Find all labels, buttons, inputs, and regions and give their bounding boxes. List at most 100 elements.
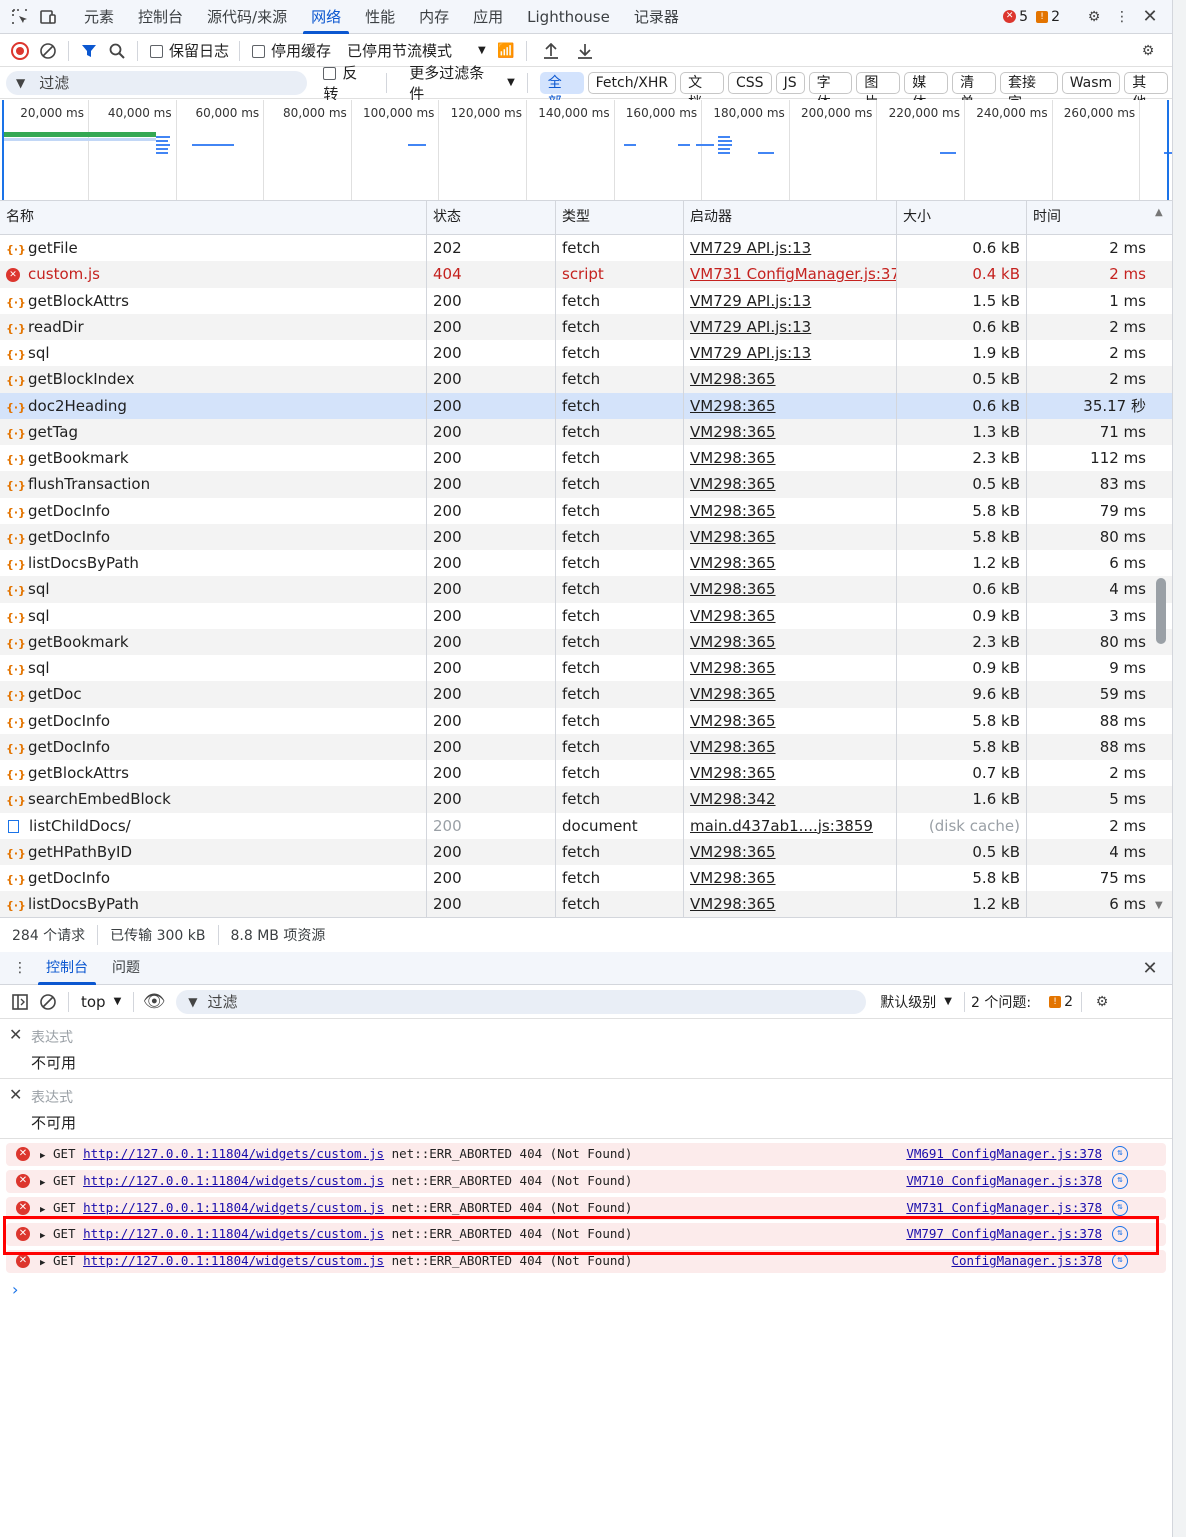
devtools-tab[interactable]: Lighthouse (515, 0, 622, 34)
table-row[interactable]: {·} getFile 202 fetch VM729 API.js:13 0.6 kB 2… (0, 235, 1172, 262)
disable-cache-checkbox[interactable]: 停用缓存 (252, 40, 331, 61)
console-error-message[interactable]: ✕ ▶ GET http://127.0.0.1:11804/widgets/c… (6, 1169, 1166, 1193)
table-row[interactable]: {·} sql 200 fetch VM729 API.js:13 1.9 kB 2 ms (0, 340, 1172, 367)
initiator-text[interactable]: VM298:365 (690, 738, 776, 756)
network-request-icon[interactable]: ⇅ (1112, 1146, 1128, 1162)
initiator-link[interactable]: VM298:365 (684, 445, 897, 472)
initiator-link[interactable]: VM298:365 (684, 760, 897, 787)
table-row[interactable]: {·} sql 200 fetch VM298:365 0.6 kB 4 ms (0, 576, 1172, 603)
import-har-icon[interactable] (537, 37, 565, 65)
initiator-link[interactable]: VM298:365 (684, 366, 897, 393)
settings-gear-icon[interactable]: ⚙ (1080, 3, 1108, 31)
table-row[interactable]: {·} flushTransaction 200 fetch VM298:365 0.5 … (0, 471, 1172, 498)
table-row[interactable]: {·} listDocsByPath 200 fetch VM298:365 1.2 kB… (0, 550, 1172, 577)
table-row[interactable]: {·} getDocInfo 200 fetch VM298:365 5.8 kB 75 m… (0, 865, 1172, 892)
initiator-link[interactable]: VM298:365 (684, 707, 897, 734)
filter-chip[interactable]: 字体 (808, 71, 853, 111)
console-error-message[interactable]: ✕ ▶ GET http://127.0.0.1:11804/widgets/c… (6, 1143, 1166, 1166)
filter-chip[interactable]: JS (775, 71, 805, 94)
initiator-link[interactable]: VM298:365 (684, 471, 897, 498)
stop-recording-icon[interactable] (6, 37, 34, 65)
timeline-overview[interactable]: 20,000 ms 40,000 ms 60,000 ms 80,000 ms 100,… (0, 100, 1172, 201)
device-toolbar-icon[interactable] (34, 3, 62, 31)
initiator-link[interactable]: VM298:365 (684, 418, 897, 445)
log-level-select[interactable]: 默认级别 ▼ (880, 992, 952, 1012)
filter-chip[interactable]: 套接字 (999, 71, 1058, 111)
column-header[interactable]: 时间 (1027, 201, 1152, 235)
initiator-link[interactable]: VM298:342 (684, 786, 897, 813)
initiator-link[interactable]: VM729 API.js:13 (684, 235, 897, 262)
network-request-icon[interactable]: ⇅ (1112, 1172, 1128, 1189)
initiator-link[interactable]: VM729 API.js:13 (684, 313, 897, 340)
table-row[interactable]: {·} getBookmark 200 fetch VM298:365 2.3 kB 80 … (0, 628, 1172, 655)
table-row[interactable]: {·} sql 200 fetch VM298:365 0.9 kB 9 ms (0, 655, 1172, 682)
close-drawer-icon[interactable]: ✕ (1136, 954, 1164, 982)
initiator-link[interactable]: VM298:365 (684, 655, 897, 682)
sidebar-toggle-icon[interactable] (6, 988, 34, 1016)
expand-triangle-icon[interactable]: ▶ (40, 1178, 45, 1188)
request-url-link[interactable]: http://127.0.0.1:11804/widgets/custom.js (83, 1200, 384, 1215)
initiator-text[interactable]: VM298:365 (690, 607, 776, 625)
initiator-text[interactable]: VM298:365 (690, 370, 776, 388)
request-url-link[interactable]: http://127.0.0.1:11804/widgets/custom.js (83, 1173, 384, 1188)
close-devtools-icon[interactable]: ✕ (1136, 3, 1164, 31)
table-row[interactable]: {·} getBlockAttrs 200 fetch VM729 API.js:13 1… (0, 287, 1172, 314)
devtools-tab[interactable]: 元素 (72, 0, 126, 34)
initiator-link[interactable]: VM298:365 (684, 523, 897, 550)
initiator-link[interactable]: VM298:365 (684, 681, 897, 708)
initiator-link[interactable]: VM298:365 (684, 576, 897, 603)
initiator-text[interactable]: VM298:365 (690, 475, 776, 493)
initiator-text[interactable]: VM729 API.js:13 (690, 239, 811, 257)
filter-chip[interactable]: 其他 (1124, 71, 1169, 111)
filter-chip[interactable]: Fetch/XHR (587, 71, 677, 94)
table-row[interactable]: {·} getDocInfo 200 fetch VM298:365 5.8 kB 80 m… (0, 523, 1172, 550)
initiator-text[interactable]: VM298:365 (690, 869, 776, 887)
initiator-text[interactable]: VM298:365 (690, 528, 776, 546)
initiator-link[interactable]: VM298:365 (684, 392, 897, 419)
search-icon[interactable] (103, 37, 131, 65)
initiator-text[interactable]: VM298:365 (690, 502, 776, 520)
table-row[interactable]: {·} listDocsByPath 200 fetch VM298:365 1.2 kB… (0, 891, 1172, 917)
drawer-tab-console[interactable]: 控制台 (34, 952, 100, 985)
initiator-link[interactable]: VM298:365 (684, 497, 897, 524)
throttle-select[interactable]: 已停用节流模式 ▼ (347, 40, 486, 61)
network-conditions-icon[interactable]: 📶 (492, 37, 520, 65)
expand-triangle-icon[interactable]: ▶ (40, 1151, 45, 1161)
scroll-up-arrow-icon[interactable]: ▲ (1155, 207, 1163, 218)
source-link[interactable]: VM731 ConfigManager.js:378 (906, 1200, 1102, 1215)
table-row[interactable]: {·} doc2Heading 200 fetch VM298:365 0.6 kB 35.… (0, 392, 1172, 419)
console-filter-input[interactable]: ▼ 过滤 (176, 989, 867, 1014)
filter-funnel-icon[interactable] (75, 37, 103, 65)
devtools-tab[interactable]: 网络 (299, 0, 353, 34)
more-options-icon[interactable]: ⋮ (1108, 3, 1136, 31)
initiator-link[interactable]: VM298:365 (684, 602, 897, 629)
table-row[interactable]: {·} sql 200 fetch VM298:365 0.9 kB 3 ms (0, 602, 1172, 629)
filter-chip[interactable]: CSS (728, 71, 772, 94)
source-link[interactable]: VM691 ConfigManager.js:378 (906, 1146, 1102, 1161)
initiator-text[interactable]: VM731 ConfigManager.js:378 (690, 265, 896, 283)
network-request-icon[interactable]: ⇅ (1112, 1199, 1128, 1216)
initiator-link[interactable]: VM298:365 (684, 550, 897, 577)
initiator-link[interactable]: VM298:365 (684, 838, 897, 865)
initiator-link[interactable]: VM298:365 (684, 628, 897, 655)
table-row[interactable]: {·} getDoc 200 fetch VM298:365 9.6 kB 59 ms (0, 681, 1172, 708)
table-row[interactable]: {·} getBookmark 200 fetch VM298:365 2.3 kB 112… (0, 445, 1172, 472)
column-header[interactable]: 状态 (427, 201, 556, 235)
timeline-selection-handle-left[interactable] (2, 100, 4, 200)
filter-input[interactable]: ▼ 过滤 (6, 70, 308, 95)
initiator-text[interactable]: VM298:365 (690, 712, 776, 730)
drawer-tab-issues[interactable]: 问题 (100, 952, 152, 985)
table-row[interactable]: {·} getTag 200 fetch VM298:365 1.3 kB 71 ms (0, 418, 1172, 445)
initiator-link[interactable]: VM298:365 (684, 865, 897, 892)
initiator-link[interactable]: VM298:365 (684, 733, 897, 760)
initiator-text[interactable]: VM298:365 (690, 554, 776, 572)
console-prompt-icon[interactable]: › (12, 1280, 18, 1299)
preserve-log-checkbox[interactable]: 保留日志 (150, 40, 229, 61)
console-settings-icon[interactable]: ⚙ (1088, 988, 1116, 1016)
filter-chip[interactable]: 文档 (680, 71, 724, 111)
expand-triangle-icon[interactable]: ▶ (40, 1258, 45, 1268)
initiator-text[interactable]: VM298:365 (690, 843, 776, 861)
initiator-text[interactable]: VM298:365 (690, 397, 776, 415)
devtools-tab[interactable]: 源代码/来源 (195, 0, 299, 34)
initiator-text[interactable]: VM298:365 (690, 580, 776, 598)
